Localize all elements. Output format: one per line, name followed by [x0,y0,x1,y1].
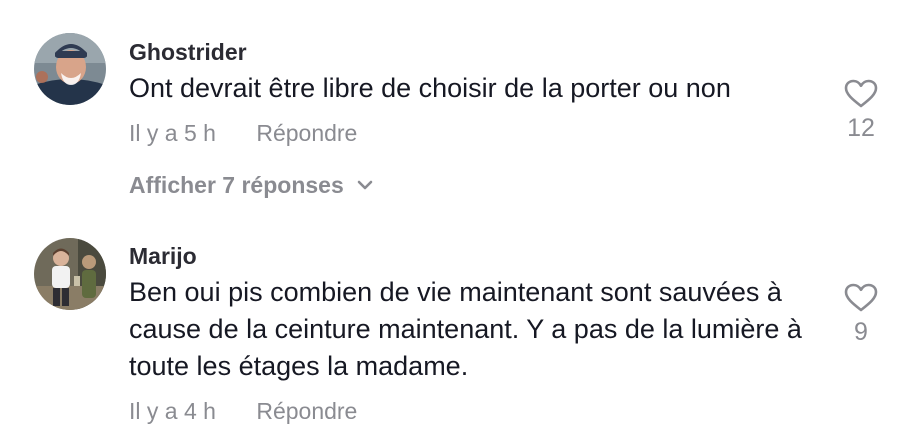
comment-timestamp: Il y a 4 h [129,398,216,424]
comment-body: Marijo Ben oui pis combien de vie mainte… [129,242,819,425]
avatar[interactable] [34,238,106,310]
reply-button[interactable]: Répondre [256,119,357,147]
comment-username[interactable]: Marijo [129,242,819,270]
comment-meta: Il y a 5 h Répondre [129,119,819,147]
reply-button[interactable]: Répondre [256,397,357,425]
heart-outline-icon [844,79,878,108]
comment-item: Marijo Ben oui pis combien de vie mainte… [0,220,918,430]
comment-text: Ben oui pis combien de vie maintenant so… [129,277,802,381]
comment-item: Ghostrider Ont devrait être libre de cho… [0,0,918,220]
heart-outline-icon [844,283,878,312]
like-count: 12 [847,114,875,142]
comment-text: Ont devrait être libre de choisir de la … [129,73,731,103]
comment-meta: Il y a 4 h Répondre [129,397,819,425]
chevron-down-icon [357,180,373,190]
comment-body: Ghostrider Ont devrait être libre de cho… [129,38,819,199]
like-count: 9 [854,318,868,346]
like-button[interactable]: 9 [838,283,884,347]
view-replies-label: Afficher 7 réponses [129,172,344,198]
comment-timestamp: Il y a 5 h [129,120,216,146]
comment-username[interactable]: Ghostrider [129,38,819,66]
avatar[interactable] [34,33,106,105]
view-replies-button[interactable]: Afficher 7 réponses [129,171,374,199]
like-button[interactable]: 12 [838,79,884,143]
